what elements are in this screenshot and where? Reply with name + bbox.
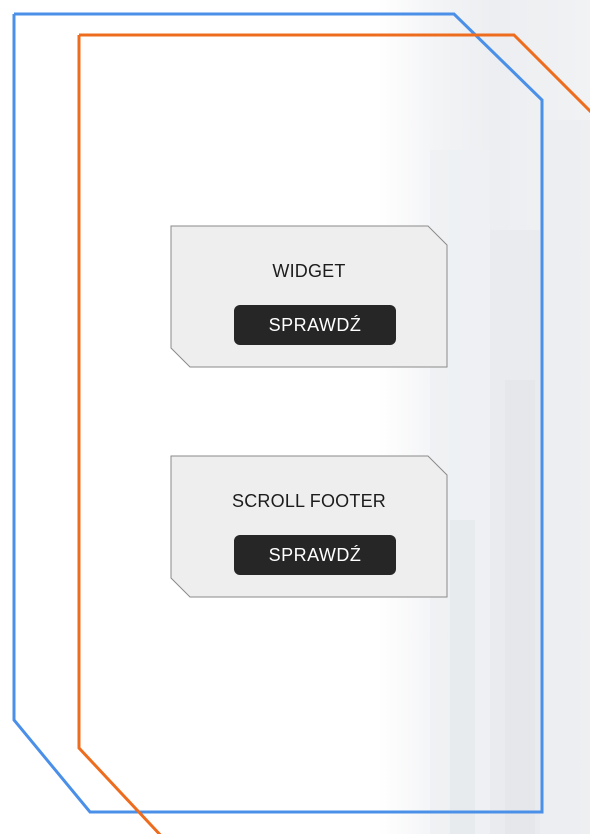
card-background bbox=[170, 455, 448, 598]
scroll-footer-check-button[interactable]: SPRAWDŹ bbox=[234, 535, 396, 575]
decorative-frames bbox=[12, 12, 590, 834]
blue-frame bbox=[12, 12, 544, 814]
card-background bbox=[170, 225, 448, 368]
widget-card-title: WIDGET bbox=[272, 261, 346, 281]
widget-check-button[interactable]: SPRAWDŹ bbox=[234, 305, 396, 345]
scroll-footer-card: SCROLL FOOTER SPRAWDŹ bbox=[170, 455, 448, 598]
orange-frame bbox=[77, 33, 590, 834]
widget-card: WIDGET SPRAWDŹ bbox=[170, 225, 448, 368]
scroll-footer-card-title: SCROLL FOOTER bbox=[232, 491, 386, 511]
